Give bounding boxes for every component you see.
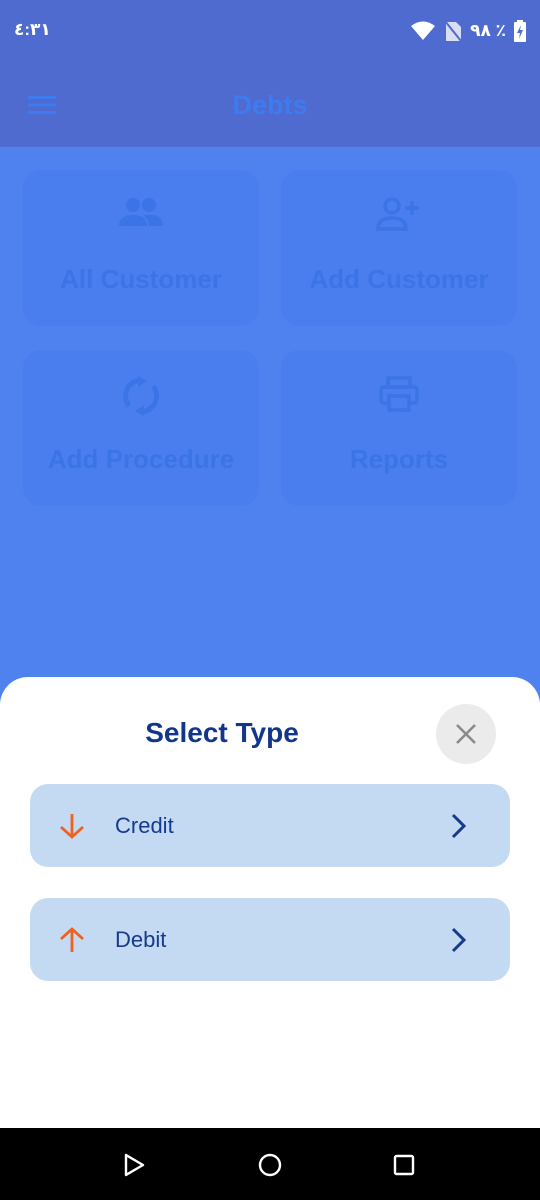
- close-button[interactable]: [436, 704, 496, 764]
- battery-charging-icon: [514, 20, 526, 42]
- tile-label: Reports: [349, 444, 449, 474]
- tile-reports[interactable]: Reports: [281, 350, 517, 506]
- tile-label: All Customer: [60, 264, 222, 294]
- tile-label: Add Customer: [309, 264, 489, 294]
- sync-icon: [123, 376, 159, 416]
- tile-all-customer[interactable]: All Customer: [23, 170, 259, 326]
- chevron-right-icon: [451, 927, 467, 953]
- printer-icon: [379, 376, 419, 412]
- page-title: Debts: [232, 90, 308, 120]
- status-icons: ٩٨ ٪: [410, 18, 526, 44]
- arrow-down-icon: [60, 814, 84, 839]
- tile-add-procedure[interactable]: Add Procedure: [23, 350, 259, 506]
- tile-label: Add Procedure: [47, 444, 235, 474]
- recents-square-icon[interactable]: [391, 1152, 417, 1178]
- back-triangle-icon[interactable]: [121, 1152, 147, 1178]
- option-debit[interactable]: Debit: [30, 898, 510, 981]
- app-bar: Debts: [0, 62, 540, 147]
- option-label: Debit: [115, 927, 167, 952]
- chevron-right-icon: [451, 813, 467, 839]
- no-sim-icon: [444, 20, 462, 42]
- select-type-sheet: Select Type Credit Debit: [0, 677, 540, 1128]
- arrow-up-icon: [60, 927, 84, 952]
- wifi-icon: [411, 21, 436, 40]
- battery-text: ٩٨ ٪: [470, 21, 506, 40]
- close-icon: [456, 724, 476, 744]
- sheet-title: Select Type: [145, 717, 299, 748]
- people-icon: [119, 198, 163, 226]
- tile-add-customer[interactable]: Add Customer: [281, 170, 517, 326]
- option-label: Credit: [115, 813, 174, 838]
- home-circle-icon[interactable]: [257, 1152, 283, 1178]
- person-add-icon: [376, 197, 419, 231]
- status-bar: ٤:٣١ ٩٨ ٪: [0, 0, 540, 62]
- system-nav-bar: [0, 1128, 540, 1200]
- status-time: ٤:٣١: [14, 20, 51, 39]
- option-credit[interactable]: Credit: [30, 784, 510, 867]
